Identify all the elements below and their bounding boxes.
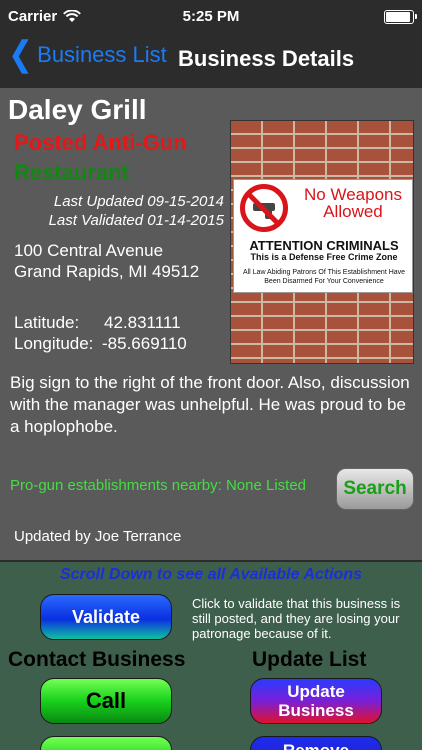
- business-description: Big sign to the right of the front door.…: [10, 373, 410, 436]
- back-button-label: Business List: [37, 42, 167, 67]
- call-button[interactable]: Call: [40, 678, 172, 724]
- remove-button[interactable]: Remove: [250, 736, 382, 750]
- battery-fill: [386, 12, 410, 22]
- latitude-label: Latitude:: [14, 313, 80, 332]
- address-line2: Grand Rapids, MI 49512: [14, 262, 200, 281]
- gun-icon: [253, 203, 275, 219]
- contact-business-heading: Contact Business: [8, 648, 186, 671]
- business-address: 100 Central Avenue Grand Rapids, MI 4951…: [14, 240, 199, 282]
- navigation-bar: ❮ Business List Business Details: [0, 34, 422, 84]
- longitude-value: -85.669110: [102, 334, 187, 353]
- sign-headline: No Weapons Allowed: [304, 185, 402, 221]
- scroll-hint: Scroll Down to see all Available Actions: [59, 566, 362, 583]
- sign-attention-text: ATTENTION CRIMINALS: [249, 238, 399, 253]
- actions-panel[interactable]: Scroll Down to see all Available Actions…: [0, 562, 422, 750]
- page-title: Business Details: [178, 46, 355, 71]
- validate-button[interactable]: Validate: [40, 594, 172, 640]
- latitude-value: 42.831111: [104, 313, 181, 332]
- business-name: Daley Grill: [8, 94, 147, 125]
- back-button[interactable]: ❮ Business List: [8, 35, 167, 74]
- contact-secondary-button[interactable]: [40, 736, 172, 750]
- search-button[interactable]: Search: [336, 468, 414, 510]
- business-category-label: Restaurant: [14, 160, 129, 185]
- address-line1: 100 Central Avenue: [14, 241, 164, 260]
- last-updated-date: Last Updated 09-15-2014: [53, 193, 224, 210]
- no-gun-icon: [240, 184, 288, 232]
- status-bar: Carrier 5:25 PM: [0, 0, 422, 34]
- sign-subline: This is a Defense Free Crime Zone: [250, 252, 398, 262]
- coordinates-block: Latitude: 42.831111 Longitude: -85.66911…: [14, 312, 187, 354]
- longitude-label: Longitude:: [14, 334, 94, 353]
- update-list-heading: Update List: [252, 648, 367, 671]
- posted-status-label: Posted Anti-Gun: [14, 130, 187, 155]
- longitude-row: Longitude: -85.669110: [14, 333, 187, 354]
- dates-block: Last Updated 09-15-2014 Last Validated 0…: [49, 192, 224, 230]
- business-details-panel: Daley Grill Posted Anti-Gun Restaurant L…: [0, 88, 422, 560]
- battery-icon: [384, 10, 417, 24]
- latitude-row: Latitude: 42.831111: [14, 312, 187, 333]
- updated-by-label: Updated by Joe Terrance: [14, 528, 182, 545]
- nearby-establishments-text: Pro-gun establishments nearby: None List…: [10, 477, 307, 494]
- status-time: 5:25 PM: [182, 8, 240, 25]
- last-validated-date: Last Validated 01-14-2015: [48, 212, 224, 229]
- chevron-left-icon: ❮: [8, 35, 34, 74]
- update-business-button[interactable]: Update Business: [250, 678, 382, 724]
- sign-fine-print: All Law Abiding Patrons Of This Establis…: [242, 269, 406, 285]
- validate-help-text: Click to validate that this business is …: [192, 596, 401, 641]
- sign-photo: No Weapons Allowed ATTENTION CRIMINALS T…: [230, 120, 414, 364]
- sign-card: No Weapons Allowed ATTENTION CRIMINALS T…: [233, 179, 413, 293]
